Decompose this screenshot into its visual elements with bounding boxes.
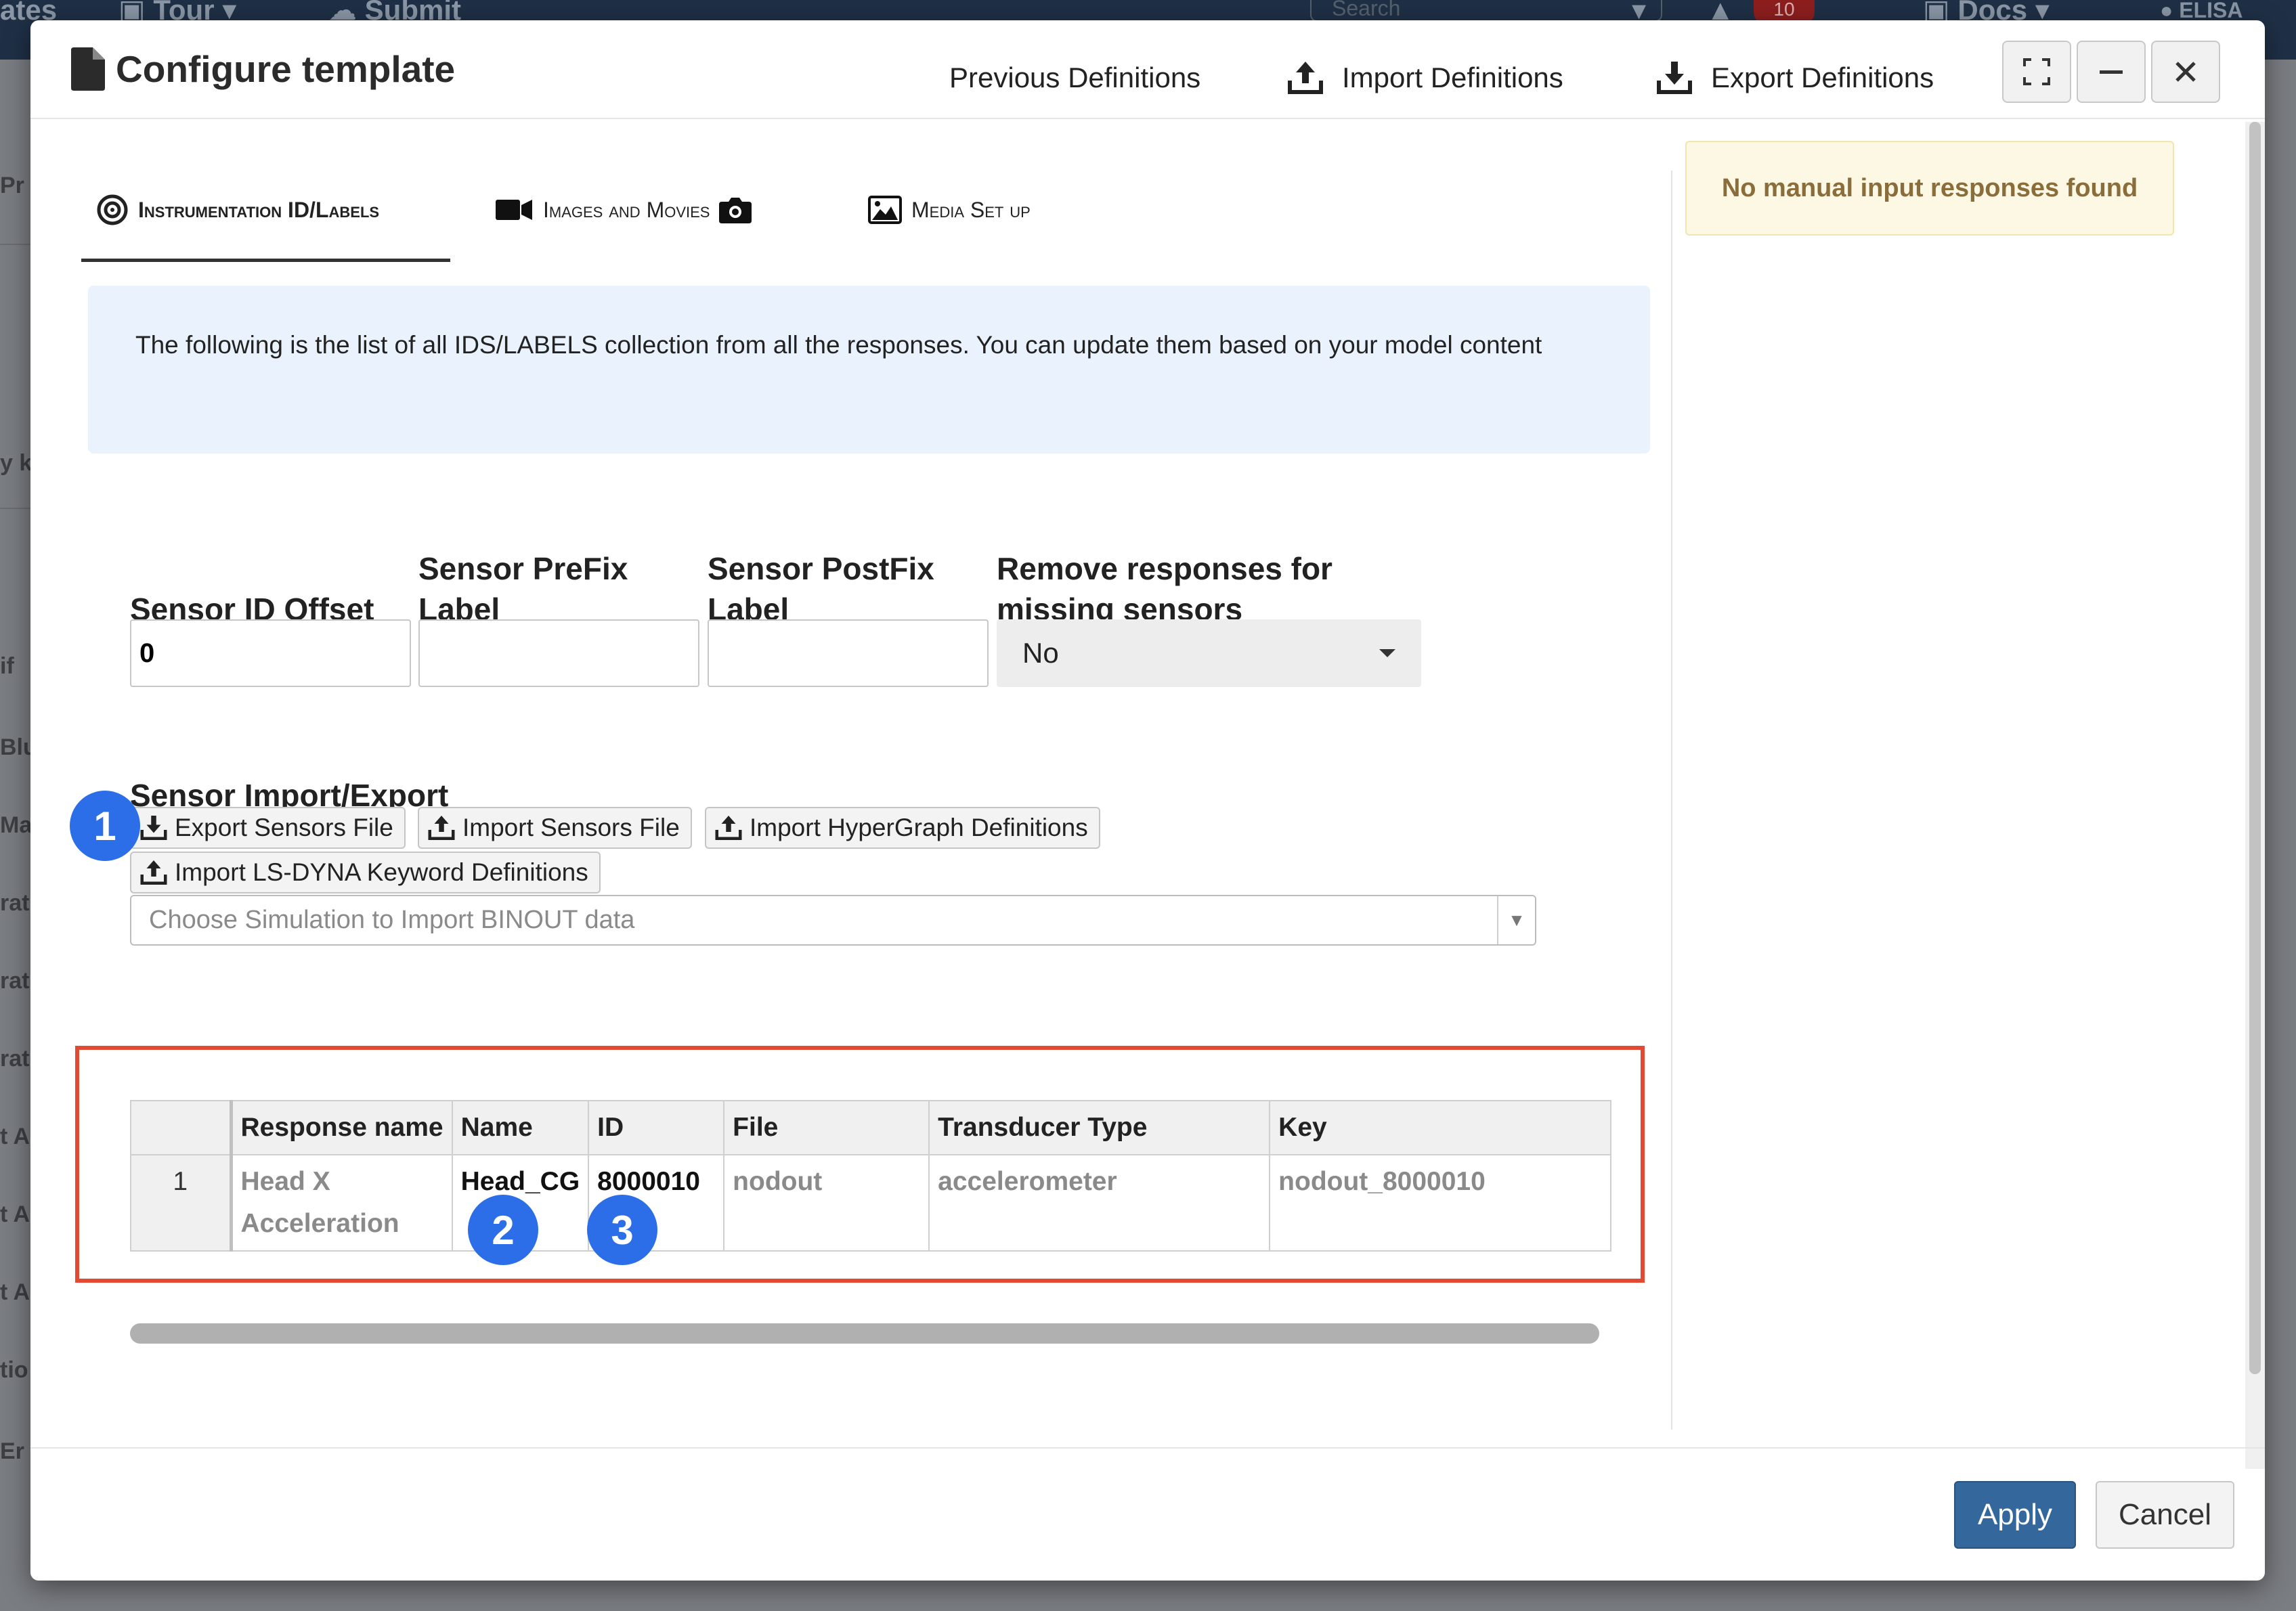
modal-title: Configure template xyxy=(71,42,455,96)
upload-icon xyxy=(140,860,167,885)
export-sensors-button[interactable]: Export Sensors File xyxy=(130,807,406,849)
minus-icon xyxy=(2100,70,2123,74)
bg-side-fragment: Ma xyxy=(0,812,33,838)
no-manual-responses-notice: No manual input responses found xyxy=(1685,141,2174,236)
remove-missing-select[interactable]: No xyxy=(997,619,1421,687)
previous-definitions-button[interactable]: Previous Definitions xyxy=(949,51,1200,105)
bg-side-fragment: tio xyxy=(0,1357,28,1383)
bg-side-fragment: t A xyxy=(0,1279,30,1305)
sensor-postfix-input[interactable] xyxy=(708,619,989,687)
export-sensors-label: Export Sensors File xyxy=(175,814,393,841)
horizontal-scrollbar[interactable] xyxy=(130,1323,1599,1344)
response-name-cell: Head X Acceleration xyxy=(230,1154,453,1252)
camera-icon xyxy=(719,198,752,223)
sensor-prefix-input[interactable] xyxy=(418,619,699,687)
modal-header: Configure template Previous Definitions … xyxy=(30,20,2265,119)
download-icon xyxy=(140,816,167,840)
export-definitions-button[interactable]: Export Definitions xyxy=(1655,51,1934,105)
import-hypergraph-label: Import HyperGraph Definitions xyxy=(750,814,1088,841)
column-header[interactable]: Response name xyxy=(230,1100,453,1155)
tab-images-movies-label: Images and Movies xyxy=(543,197,710,222)
column-header[interactable]: Key xyxy=(1269,1100,1612,1155)
fullscreen-button[interactable] xyxy=(2002,41,2071,103)
upload-icon xyxy=(715,816,742,840)
close-button[interactable] xyxy=(2151,41,2220,103)
table-row: 1 Head X Acceleration Head_CG 8000010 no… xyxy=(130,1154,1612,1252)
import-lsdyna-label: Import LS-DYNA Keyword Definitions xyxy=(175,858,588,886)
import-definitions-label: Import Definitions xyxy=(1342,62,1563,93)
bg-side-fragment: rat xyxy=(0,1046,30,1072)
binout-placeholder: Choose Simulation to Import BINOUT data xyxy=(149,906,635,934)
sensor-table: Response name Name ID File Transducer Ty… xyxy=(130,1100,1612,1252)
annotation-marker-2: 2 xyxy=(468,1195,538,1265)
bg-side-fragment: y k xyxy=(0,450,33,476)
tab-instrumentation-label: Instrumentation ID/Labels xyxy=(138,197,380,222)
column-header[interactable]: ID xyxy=(588,1100,725,1155)
bg-side-fragment: Pr xyxy=(0,173,24,198)
panel-divider xyxy=(1671,171,1672,1430)
modal-title-text: Configure template xyxy=(116,48,456,90)
transducer-type-cell: accelerometer xyxy=(928,1154,1271,1252)
tab-media-setup[interactable]: Media Set up xyxy=(868,176,1031,244)
upload-icon xyxy=(428,816,455,840)
column-header[interactable]: Name xyxy=(451,1100,590,1155)
target-icon xyxy=(97,194,128,225)
modal-footer xyxy=(30,1447,2265,1581)
import-sensors-label: Import Sensors File xyxy=(462,814,680,841)
expand-icon xyxy=(2023,58,2050,85)
bg-side-fragment: if xyxy=(0,653,14,679)
import-sensors-button[interactable]: Import Sensors File xyxy=(418,807,692,849)
close-icon xyxy=(2175,62,2196,82)
row-number-header xyxy=(130,1100,233,1155)
configure-template-modal: Configure template Previous Definitions … xyxy=(30,20,2265,1581)
row-number: 1 xyxy=(130,1154,233,1252)
annotation-marker-3: 3 xyxy=(587,1195,657,1265)
minimize-button[interactable] xyxy=(2077,41,2146,103)
sensor-prefix-label: Sensor PreFix Label xyxy=(418,551,628,627)
caret-down-icon xyxy=(1379,649,1395,657)
remove-missing-value: No xyxy=(1022,637,1059,669)
sensor-postfix-label: Sensor PostFix Label xyxy=(708,551,934,627)
tab-images-movies[interactable]: Images and Movies xyxy=(496,176,752,244)
bg-side-fragment: rat xyxy=(0,890,30,916)
upload-icon xyxy=(1288,62,1323,94)
remove-missing-label: Remove responses for missing sensors xyxy=(997,551,1333,627)
apply-button[interactable]: Apply xyxy=(1954,1481,2076,1549)
bg-divider xyxy=(0,244,31,245)
dropdown-arrow-icon: ▼ xyxy=(1497,896,1535,944)
cancel-button[interactable]: Cancel xyxy=(2096,1481,2234,1549)
key-cell: nodout_8000010 xyxy=(1269,1154,1612,1252)
column-header[interactable]: Transducer Type xyxy=(928,1100,1271,1155)
import-definitions-button[interactable]: Import Definitions xyxy=(1286,51,1563,105)
active-tab-indicator xyxy=(81,259,450,262)
file-cell: nodout xyxy=(723,1154,930,1252)
sensor-id-offset-input[interactable] xyxy=(130,619,411,687)
bg-search-input: Search xyxy=(1310,0,1662,22)
image-icon xyxy=(868,196,902,224)
bg-divider xyxy=(0,508,31,509)
video-camera-icon xyxy=(496,200,532,220)
download-icon xyxy=(1657,62,1692,94)
bg-side-fragment: Er xyxy=(0,1438,24,1464)
bg-side-fragment: t A xyxy=(0,1201,30,1227)
export-definitions-label: Export Definitions xyxy=(1711,62,1934,93)
info-message: The following is the list of all IDS/LAB… xyxy=(88,286,1650,454)
tab-media-setup-label: Media Set up xyxy=(911,197,1031,222)
binout-simulation-select[interactable]: Choose Simulation to Import BINOUT data … xyxy=(130,895,1536,946)
tab-instrumentation[interactable]: Instrumentation ID/Labels xyxy=(96,176,379,244)
column-header[interactable]: File xyxy=(723,1100,930,1155)
bg-side-fragment: rat xyxy=(0,968,30,994)
previous-definitions-label: Previous Definitions xyxy=(949,62,1201,93)
table-header-row: Response name Name ID File Transducer Ty… xyxy=(130,1100,1612,1155)
import-lsdyna-button[interactable]: Import LS-DYNA Keyword Definitions xyxy=(130,852,601,893)
document-icon xyxy=(71,47,105,91)
import-hypergraph-button[interactable]: Import HyperGraph Definitions xyxy=(705,807,1100,849)
annotation-marker-1: 1 xyxy=(70,791,140,861)
vertical-scrollbar-thumb[interactable] xyxy=(2249,122,2261,1374)
bg-side-fragment: t A xyxy=(0,1124,30,1149)
